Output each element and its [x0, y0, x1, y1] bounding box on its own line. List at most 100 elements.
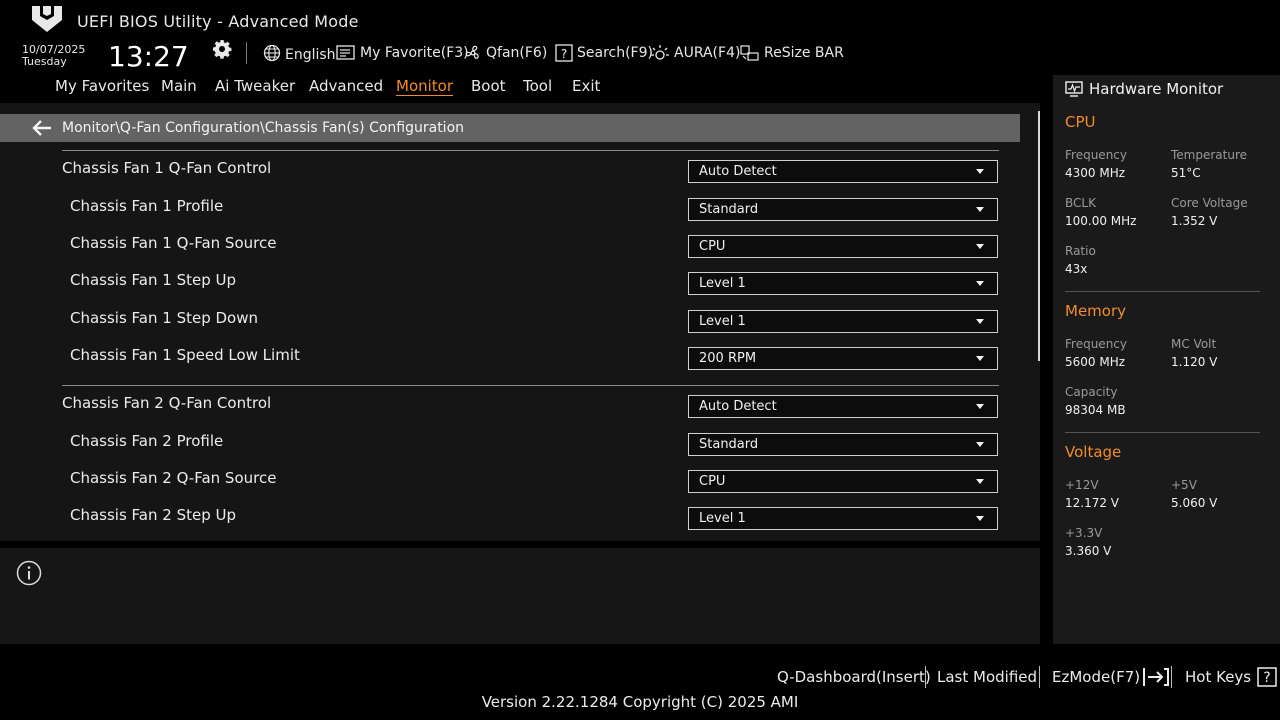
- memory-frequency-value: 5600 MHz: [1065, 355, 1126, 369]
- dropdown-arrow-icon: [976, 244, 984, 249]
- cpu-frequency-value: 4300 MHz: [1065, 166, 1126, 180]
- mc-volt-value: 1.120 V: [1171, 355, 1218, 369]
- qfan-button[interactable]: Qfan(F6): [464, 42, 547, 64]
- setting-label: Chassis Fan 2 Step Up: [70, 506, 237, 524]
- back-arrow-icon[interactable]: [31, 119, 53, 137]
- setting-row[interactable]: Chassis Fan 2 Step Up Level 1: [0, 499, 1040, 536]
- tab-advanced[interactable]: Advanced: [309, 77, 383, 95]
- my-favorite-label: My Favorite(F3): [360, 45, 469, 61]
- language-label: English: [285, 47, 336, 63]
- tab-main[interactable]: Main: [161, 77, 197, 95]
- setting-dropdown[interactable]: Level 1: [688, 272, 998, 295]
- setting-dropdown[interactable]: CPU: [688, 470, 998, 493]
- setting-dropdown[interactable]: Auto Detect: [688, 395, 998, 418]
- day-text: Tuesday: [22, 55, 67, 68]
- tuf-logo-icon: [32, 6, 62, 32]
- voltage-section-title: Voltage: [1065, 443, 1122, 461]
- hw-divider: [1065, 291, 1260, 292]
- aura-label: AURA(F4): [674, 45, 741, 61]
- tab-monitor[interactable]: Monitor: [396, 77, 453, 95]
- footer-divider: [1171, 666, 1172, 688]
- setting-row[interactable]: Chassis Fan 1 Profile Standard: [0, 190, 1040, 227]
- search-label: Search(F9): [577, 45, 653, 61]
- resize-bar-button[interactable]: ReSize BAR: [740, 42, 844, 64]
- setting-row[interactable]: Chassis Fan 2 Q-Fan Source CPU: [0, 462, 1040, 499]
- fan-icon: [465, 45, 479, 59]
- setting-dropdown[interactable]: Standard: [688, 198, 998, 221]
- capacity-value: 98304 MB: [1065, 403, 1126, 417]
- tab-boot[interactable]: Boot: [471, 77, 506, 95]
- dropdown-arrow-icon: [976, 404, 984, 409]
- monitor-icon: [1065, 81, 1083, 97]
- ratio-label: Ratio: [1065, 244, 1096, 258]
- setting-dropdown[interactable]: 200 RPM: [688, 347, 998, 370]
- tab-tool[interactable]: Tool: [523, 77, 552, 95]
- scrollbar[interactable]: [1038, 111, 1040, 361]
- setting-label: Chassis Fan 1 Q-Fan Source: [70, 234, 277, 252]
- dropdown-arrow-icon: [976, 356, 984, 361]
- language-selector[interactable]: English: [263, 42, 336, 64]
- cpu-section-title: CPU: [1065, 113, 1096, 131]
- qfan-label: Qfan(F6): [486, 45, 548, 61]
- dropdown-value: Auto Detect: [699, 164, 777, 179]
- search-button[interactable]: ? Search(F9): [555, 42, 653, 64]
- memory-frequency-label: Frequency: [1065, 337, 1127, 351]
- setting-dropdown[interactable]: Level 1: [688, 507, 998, 530]
- capacity-label: Capacity: [1065, 385, 1118, 399]
- date-display: 10/07/2025 Tuesday: [22, 44, 85, 68]
- setting-dropdown[interactable]: Auto Detect: [688, 160, 998, 183]
- tab-ai-tweaker[interactable]: Ai Tweaker: [215, 77, 295, 95]
- hardware-monitor-title: Hardware Monitor: [1065, 79, 1223, 99]
- exit-arrow-icon: [1143, 668, 1170, 686]
- app-title: UEFI BIOS Utility - Advanced Mode: [77, 12, 359, 31]
- footer-bar: Q-Dashboard(Insert) Last Modified EzMode…: [0, 644, 1280, 720]
- tab-exit[interactable]: Exit: [572, 77, 600, 95]
- setting-row[interactable]: Chassis Fan 1 Q-Fan Control Auto Detect: [0, 152, 1040, 189]
- my-favorite-button[interactable]: My Favorite(F3): [336, 42, 469, 64]
- time-display: 13:27: [108, 40, 189, 73]
- setting-row[interactable]: Chassis Fan 2 Profile Standard: [0, 425, 1040, 462]
- cpu-temperature-label: Temperature: [1171, 148, 1248, 162]
- dropdown-value: 200 RPM: [699, 351, 757, 366]
- q-dashboard-button[interactable]: Q-Dashboard(Insert): [777, 667, 931, 687]
- help-panel: [0, 548, 1040, 644]
- gear-icon[interactable]: [212, 39, 232, 59]
- bclk-value: 100.00 MHz: [1065, 214, 1137, 228]
- v5-value: 5.060 V: [1171, 496, 1218, 510]
- help-key-icon: ?: [1257, 667, 1277, 687]
- v5-label: +5V: [1171, 478, 1197, 492]
- dropdown-arrow-icon: [976, 207, 984, 212]
- info-icon: [16, 560, 42, 586]
- setting-row[interactable]: Chassis Fan 1 Speed Low Limit 200 RPM: [0, 339, 1040, 376]
- dropdown-value: Level 1: [699, 314, 746, 329]
- hardware-monitor-panel: Hardware Monitor CPU Frequency 4300 MHz …: [1053, 75, 1280, 644]
- aura-button[interactable]: AURA(F4): [650, 42, 740, 64]
- svg-text:?: ?: [561, 47, 567, 61]
- core-voltage-label: Core Voltage: [1171, 196, 1248, 210]
- resize-bar-icon: [740, 45, 759, 61]
- setting-label: Chassis Fan 1 Q-Fan Control: [62, 159, 272, 177]
- dropdown-arrow-icon: [976, 281, 984, 286]
- setting-row[interactable]: Chassis Fan 1 Q-Fan Source CPU: [0, 227, 1040, 264]
- setting-dropdown[interactable]: Level 1: [688, 310, 998, 333]
- hot-keys-button[interactable]: Hot Keys ?: [1185, 667, 1277, 687]
- svg-text:?: ?: [1263, 670, 1270, 686]
- hot-keys-label: Hot Keys: [1185, 668, 1252, 686]
- last-modified-button[interactable]: Last Modified: [937, 667, 1037, 687]
- dropdown-value: Level 1: [699, 511, 746, 526]
- setting-row[interactable]: Chassis Fan 1 Step Down Level 1: [0, 302, 1040, 339]
- dropdown-arrow-icon: [976, 169, 984, 174]
- resize-bar-label: ReSize BAR: [764, 45, 844, 61]
- globe-icon: [263, 44, 281, 62]
- setting-row[interactable]: Chassis Fan 2 Q-Fan Control Auto Detect: [0, 387, 1040, 424]
- tab-my-favorites[interactable]: My Favorites: [55, 77, 149, 95]
- setting-label: Chassis Fan 2 Q-Fan Control: [62, 394, 272, 412]
- setting-row[interactable]: Chassis Fan 1 Step Up Level 1: [0, 264, 1040, 301]
- setting-dropdown[interactable]: Standard: [688, 433, 998, 456]
- hardware-monitor-label: Hardware Monitor: [1089, 80, 1224, 98]
- ezmode-button[interactable]: EzMode(F7): [1052, 667, 1170, 687]
- dropdown-arrow-icon: [976, 442, 984, 447]
- dropdown-value: CPU: [699, 474, 726, 489]
- setting-dropdown[interactable]: CPU: [688, 235, 998, 258]
- breadcrumb[interactable]: Monitor\Q-Fan Configuration\Chassis Fan(…: [0, 114, 1020, 142]
